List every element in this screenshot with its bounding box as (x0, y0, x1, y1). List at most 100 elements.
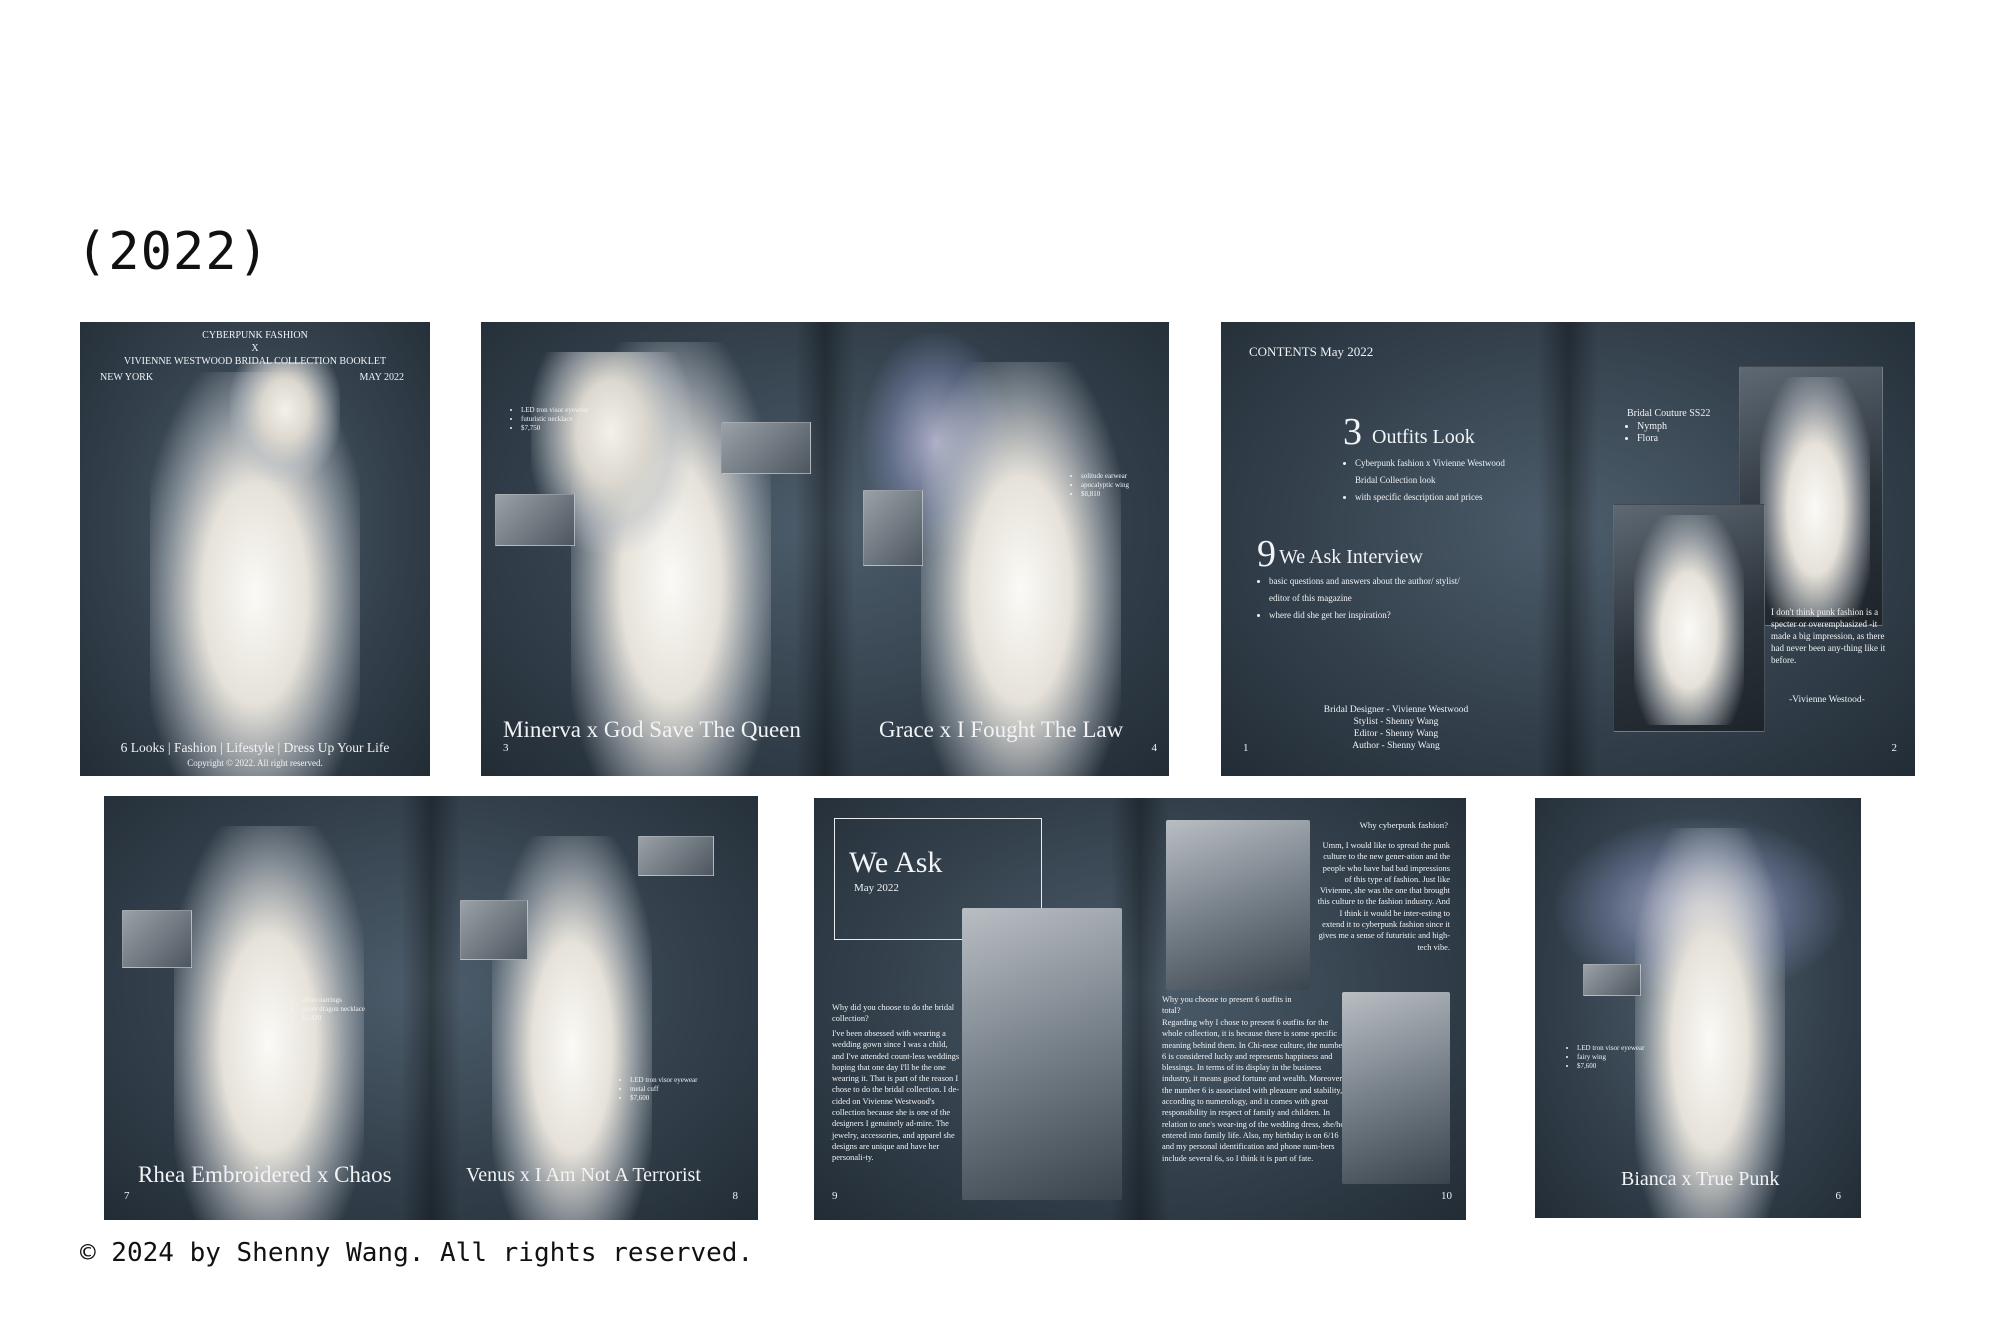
contents-item2-list: basic questions and answers about the au… (1259, 573, 1460, 624)
cover-date: MAY 2022 (359, 372, 404, 383)
page-number: 1 (1243, 742, 1249, 754)
detail-earwear-image (863, 490, 923, 566)
page-number: 4 (1151, 742, 1158, 754)
cover-city: NEW YORK (100, 372, 154, 383)
page-number: 3 (503, 742, 509, 754)
list-item: $5,420 (302, 1014, 365, 1023)
we-ask-date: May 2022 (854, 882, 899, 894)
list-item: solitude earwear (1081, 472, 1129, 481)
page-number: 6 (1835, 1190, 1842, 1202)
contents-item2-title: We Ask Interview (1279, 546, 1423, 568)
detail-eyewear-image (721, 422, 811, 474)
contents-item2-number: 9 (1257, 533, 1276, 575)
venus-model-image (492, 836, 652, 1220)
rhea-title: Rhea Embroidered x Chaos (138, 1162, 392, 1187)
cover-line2: X (251, 343, 259, 354)
couture-heading: Bridal Couture SS22 (1627, 408, 1711, 419)
list-item: fairy wing (1577, 1053, 1644, 1062)
detail-necklace-image (495, 494, 575, 546)
spread-fold (795, 322, 855, 776)
list-item: Flora (1637, 433, 1667, 445)
interview-photo-bottom (1342, 992, 1450, 1184)
quote-author: -Vivienne Westood- (1789, 695, 1865, 705)
page-number: 8 (732, 1190, 739, 1202)
list-item: LED tron visor eyewear (1577, 1044, 1644, 1053)
page-number: 7 (124, 1190, 130, 1202)
list-item-text: editor of this magazine (1269, 593, 1352, 603)
interview-photo-left (962, 908, 1122, 1200)
page-bianca[interactable]: LED tron visor eyewear fairy wing $7,600… (1535, 798, 1861, 1218)
list-item: $8,810 (1081, 490, 1129, 499)
designer-quote: I don't think punk fashion is a specter … (1771, 607, 1886, 665)
cover-line3: VIVIENNE WESTWOOD BRIDAL COLLECTION BOOK… (123, 356, 387, 367)
interview-answer-2: Umm, I would like to spread the punk cul… (1317, 841, 1450, 952)
rhea-item-list: silver earrings silver dragon necklace $… (292, 996, 365, 1023)
interview-question-2: Why cyberpunk fashion? (1359, 820, 1448, 830)
couture-photo-bottom (1613, 504, 1765, 732)
credit-line: Stylist - Shenny Wang (1353, 717, 1439, 727)
model-figure-image (1634, 515, 1744, 725)
list-item: with specific description and prices (1355, 489, 1505, 506)
interview-answer-3: Regarding why I chose to present 6 outfi… (1162, 1018, 1346, 1163)
detail-visor-image (1583, 964, 1641, 996)
list-item: LED tron visor eyewear (521, 406, 588, 415)
copyright-footer: © 2024 by Shenny Wang. All rights reserv… (80, 1238, 754, 1268)
veil-image (230, 362, 340, 482)
bianca-title: Bianca x True Punk (1621, 1168, 1780, 1190)
detail-visor-image (638, 836, 714, 876)
section-year: (2022) (76, 222, 270, 282)
list-item: where did she get her inspiration? (1269, 607, 1460, 624)
venus-title: Venus x I Am Not A Terrorist (466, 1164, 701, 1186)
contents-item1-list: Cyberpunk fashion x Vivienne Westwood Br… (1345, 455, 1505, 506)
spread-rhea-venus[interactable]: silver earrings silver dragon necklace $… (104, 796, 758, 1220)
couture-list: Nymph Flora (1627, 421, 1667, 445)
list-item: apocalyptic wing (1081, 481, 1129, 490)
list-item: $7,600 (1577, 1062, 1644, 1071)
interview-photo-top (1166, 820, 1310, 990)
list-item: $7,600 (630, 1094, 697, 1103)
cover-line1: CYBERPUNK FASHION (202, 330, 308, 341)
contents-heading: CONTENTS May 2022 (1249, 344, 1374, 359)
minerva-item-list: LED tron visor eyewear futuristic neckla… (511, 406, 588, 433)
rhea-model-image (174, 826, 364, 1220)
list-item: futuristic necklace (521, 415, 588, 424)
interview-answer-1: I've been obsessed with wearing a weddin… (832, 1029, 960, 1163)
page-number: 9 (832, 1190, 838, 1202)
credit-line: Bridal Designer - Vivienne Westwood (1323, 705, 1469, 715)
spread-we-ask[interactable]: We Ask May 2022 Why did you choose to do… (814, 798, 1466, 1220)
credit-line: Editor - Shenny Wang (1353, 729, 1439, 739)
page-number: 2 (1891, 742, 1898, 754)
page-number: 10 (1441, 1190, 1452, 1202)
list-item: silver dragon necklace (302, 1005, 365, 1014)
list-item-text: Bridal Collection look (1355, 475, 1436, 485)
cover-page[interactable]: CYBERPUNK FASHION X VIVIENNE WESTWOOD BR… (80, 322, 430, 776)
list-item: $7,750 (521, 424, 588, 433)
detail-cuff-image (460, 900, 528, 960)
list-item: basic questions and answers about the au… (1269, 573, 1460, 590)
grace-item-list: solitude earwear apocalyptic wing $8,810 (1071, 472, 1129, 499)
model-figure-image (1760, 377, 1870, 617)
list-item: Bridal Collection look (1355, 472, 1505, 489)
list-item: LED tron visor eyewear (630, 1076, 697, 1085)
bianca-item-list: LED tron visor eyewear fairy wing $7,600 (1567, 1044, 1644, 1071)
venus-item-list: LED tron visor eyewear metal cuff $7,600 (620, 1076, 697, 1103)
list-item: Nymph (1637, 421, 1667, 433)
we-ask-title: We Ask (849, 846, 943, 879)
interview-question-3: Why you choose to present 6 outfits in t… (1162, 995, 1292, 1016)
minerva-title: Minerva x God Save The Queen (503, 717, 801, 742)
detail-earrings-image (122, 910, 192, 968)
list-item: silver earrings (302, 996, 365, 1005)
spread-minerva-grace[interactable]: LED tron visor eyewear futuristic neckla… (481, 322, 1169, 776)
spread-contents[interactable]: CONTENTS May 2022 3 Outfits Look Cyberpu… (1221, 322, 1915, 776)
grace-model-image (921, 362, 1121, 776)
list-item: editor of this magazine (1269, 590, 1460, 607)
interview-question-1: Why did you choose to do the bridal coll… (832, 1003, 955, 1024)
contents-item1-number: 3 (1343, 411, 1362, 453)
spread-fold (401, 796, 461, 1220)
grace-title: Grace x I Fought The Law (879, 717, 1124, 742)
credit-line: Author - Shenny Wang (1352, 741, 1440, 751)
bianca-model-image (1635, 828, 1785, 1218)
cover-tagline: 6 Looks | Fashion | Lifestyle | Dress Up… (120, 740, 390, 755)
list-item: metal cuff (630, 1085, 697, 1094)
list-item: Cyberpunk fashion x Vivienne Westwood (1355, 455, 1505, 472)
